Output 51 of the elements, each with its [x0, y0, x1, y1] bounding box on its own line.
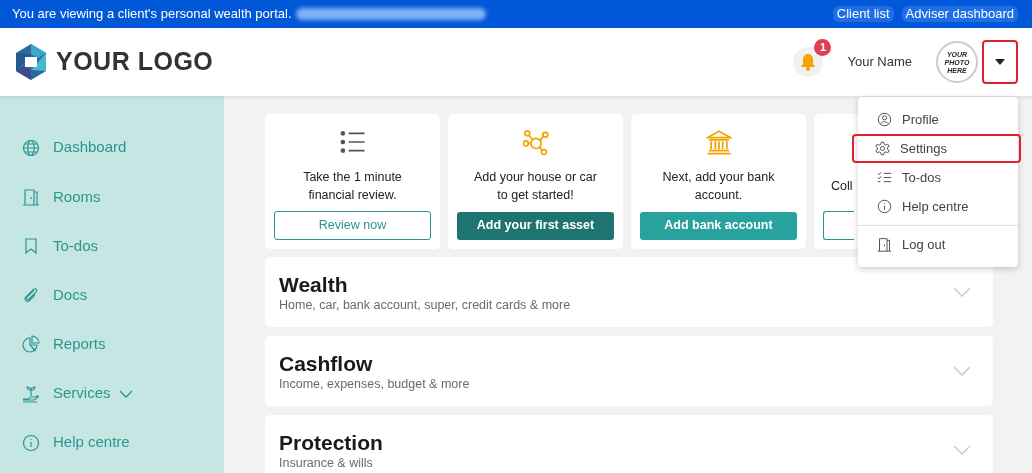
logo-icon [14, 43, 48, 81]
header-link[interactable]: Adviser dashboard [901, 6, 1018, 22]
logo-text: YOUR LOGO [56, 46, 214, 78]
card-button[interactable]: Add bank account [640, 211, 797, 240]
caret-icon [995, 59, 1005, 65]
sidebar-item[interactable]: Dashboard [0, 123, 224, 173]
door-icon [877, 237, 892, 252]
settings-icon [875, 141, 890, 156]
menu-item[interactable]: Help centre [858, 192, 1018, 221]
menu-item[interactable]: To-dos [858, 163, 1018, 192]
user-icon [877, 112, 892, 127]
section-subtitle: Insurance & wills [279, 455, 374, 471]
card-button[interactable] [823, 211, 854, 240]
bank-icon [705, 129, 732, 156]
user-menu-button[interactable] [982, 40, 1018, 84]
globe-icon [22, 138, 40, 157]
bell-icon [800, 53, 817, 71]
user-name: Your Name [847, 53, 912, 72]
card-text: Next, add your bank account. [661, 168, 776, 204]
card-button[interactable]: Add your first asset [457, 211, 614, 240]
section-subtitle: Income, expenses, budget & more [279, 376, 471, 392]
paperclip-icon [22, 286, 40, 305]
menu-item[interactable]: Settings [852, 134, 1021, 163]
banner-message: You are viewing a client's personal wealth portal. [12, 5, 292, 24]
card-text: Take the 1 minute financial review. [302, 168, 403, 204]
info-icon [22, 433, 40, 452]
sidebar-item[interactable]: Help centre [0, 418, 224, 468]
sidebar-item[interactable]: To-dos [0, 221, 224, 271]
checklist-icon [877, 170, 892, 185]
list-icon [339, 129, 366, 156]
section-title: Protection [279, 429, 384, 456]
section-subtitle: Home, car, bank account, super, credit cards & more [279, 297, 572, 313]
section-title: Wealth [279, 271, 349, 298]
section-title: Cashflow [279, 350, 374, 377]
info-icon [877, 199, 892, 214]
network-icon [522, 129, 549, 156]
sidebar-item[interactable]: Services [0, 368, 224, 419]
card-text: Add your house or car to get started! [473, 168, 598, 204]
header-link[interactable]: Client list [832, 6, 894, 22]
notification-count: 1 [814, 39, 832, 56]
pie-chart-icon [22, 335, 40, 354]
menu-item[interactable]: Profile [858, 105, 1018, 134]
card-button[interactable]: Review now [274, 211, 431, 240]
plant-in-hand-icon [22, 384, 40, 403]
sidebar-item[interactable]: Reports [0, 319, 224, 369]
bookmark-icon [22, 236, 40, 255]
card-text: Coll [830, 177, 854, 195]
menu-item[interactable]: Log out [858, 230, 1018, 259]
sidebar-item[interactable]: Rooms [0, 172, 224, 222]
door-icon [22, 187, 40, 206]
sidebar-item[interactable]: Docs [0, 270, 224, 320]
